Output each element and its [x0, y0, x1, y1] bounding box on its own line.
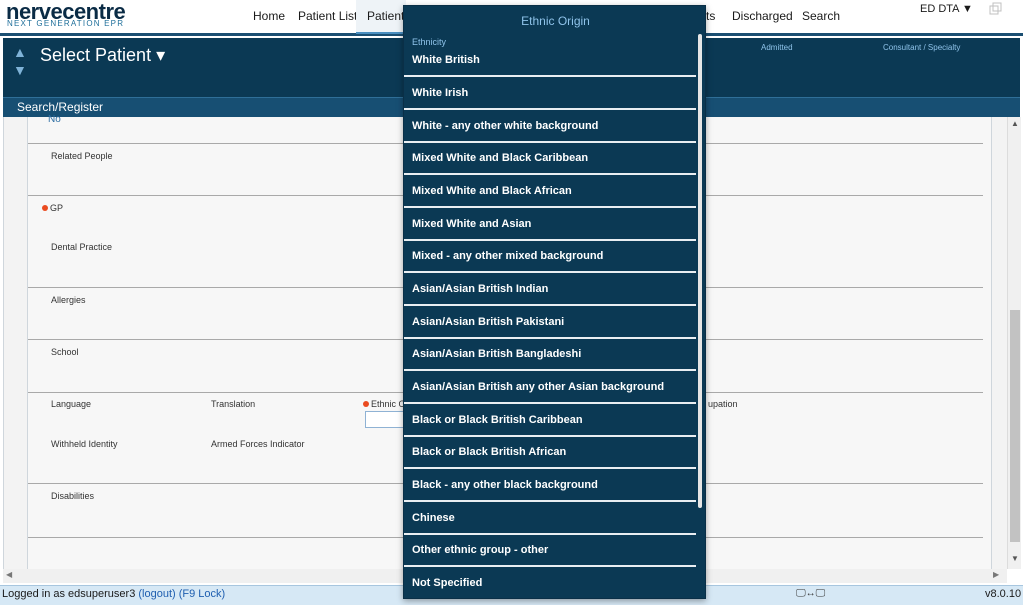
- language-label: Language: [51, 399, 92, 409]
- option-mixed-other[interactable]: Mixed - any other mixed background: [404, 240, 696, 273]
- option-label: Black - any other black background: [412, 479, 598, 491]
- option-label: Asian/Asian British Bangladeshi: [412, 348, 582, 360]
- option-label: Mixed White and Black African: [412, 185, 572, 197]
- option-white-other[interactable]: White - any other white background: [404, 110, 696, 143]
- option-black-african[interactable]: Black or Black British African: [404, 436, 696, 469]
- option-label: Not Specified: [412, 577, 483, 589]
- dropdown-scrollbar-thumb[interactable]: [698, 34, 702, 508]
- option-mixed-white-asian[interactable]: Mixed White and Asian: [404, 208, 696, 241]
- allergies-label: Allergies: [51, 295, 86, 305]
- lock-link[interactable]: (F9 Lock): [179, 588, 225, 600]
- option-label: Chinese: [412, 512, 455, 524]
- option-label: Black or Black British African: [412, 446, 567, 458]
- translation-label: Translation: [211, 399, 256, 409]
- version-label: v8.0.10: [985, 588, 1022, 600]
- monitor-sync-icon: 🖵↔🖵: [796, 588, 826, 599]
- armed-forces-label: Armed Forces Indicator: [211, 439, 305, 449]
- option-mixed-white-black-caribbean[interactable]: Mixed White and Black Caribbean: [404, 142, 696, 175]
- brand-tagline: NEXT GENERATION EPR: [7, 19, 125, 28]
- nav-patient[interactable]: Patient: [367, 9, 404, 23]
- option-label: White British: [412, 54, 480, 66]
- related-people-label: Related People: [51, 151, 113, 161]
- option-mixed-white-black-african[interactable]: Mixed White and Black African: [404, 175, 696, 208]
- option-asian-bangladeshi[interactable]: Asian/Asian British Bangladeshi: [404, 338, 696, 371]
- ethnic-origin-label: Ethnic O: [363, 399, 406, 409]
- option-black-caribbean[interactable]: Black or Black British Caribbean: [404, 404, 696, 437]
- school-label: School: [51, 347, 79, 357]
- withheld-identity-label: Withheld Identity: [51, 439, 118, 449]
- option-label: Asian/Asian British Pakistani: [412, 316, 565, 328]
- section-title: Search/Register: [17, 100, 104, 114]
- admitted-column-label: Admitted: [761, 43, 793, 52]
- option-label: Mixed White and Black Caribbean: [412, 152, 589, 164]
- select-patient-dropdown[interactable]: Select Patient ▾: [40, 45, 165, 66]
- scroll-up-icon[interactable]: ▲: [1011, 119, 1019, 128]
- dental-practice-label: Dental Practice: [51, 242, 113, 252]
- nav-home[interactable]: Home: [253, 9, 285, 23]
- scroll-right-icon[interactable]: ▶: [993, 570, 999, 579]
- login-status: Logged in as edsuperuser3 (logout) (F9 L…: [2, 588, 225, 600]
- required-indicator-icon: [42, 205, 48, 211]
- scroll-left-icon[interactable]: ◀: [6, 570, 12, 579]
- option-label: Black or Black British Caribbean: [412, 414, 583, 426]
- role-selector[interactable]: ED DTA ▼: [920, 3, 973, 15]
- option-asian-other[interactable]: Asian/Asian British any other Asian back…: [404, 371, 696, 404]
- nav-results-partial[interactable]: ts: [706, 9, 715, 23]
- scrollbar-thumb[interactable]: [1010, 310, 1020, 542]
- disabilities-label: Disabilities: [51, 491, 95, 501]
- nav-discharged[interactable]: Discharged: [732, 9, 793, 23]
- vertical-scrollbar[interactable]: ▲ ▼: [1007, 117, 1021, 569]
- window-restore-icon[interactable]: [989, 2, 1003, 16]
- arrow-down-icon[interactable]: ▼: [13, 62, 27, 78]
- nav-patient-list[interactable]: Patient List: [298, 9, 357, 23]
- option-black-other[interactable]: Black - any other black background: [404, 469, 696, 502]
- logout-link[interactable]: (logout): [138, 588, 175, 600]
- option-white-irish[interactable]: White Irish: [404, 77, 696, 110]
- option-label: White - any other white background: [412, 120, 599, 132]
- login-user-text: Logged in as edsuperuser3: [2, 588, 136, 600]
- dropdown-title: Ethnic Origin: [521, 14, 590, 28]
- option-label: Other ethnic group - other: [412, 544, 549, 556]
- gp-label-text: GP: [50, 203, 64, 213]
- option-label: Asian/Asian British Indian: [412, 283, 549, 295]
- nav-search[interactable]: Search: [802, 9, 840, 23]
- option-white-british[interactable]: White British: [404, 44, 696, 77]
- arrow-up-icon[interactable]: ▲: [13, 44, 27, 60]
- required-indicator-icon: [363, 401, 369, 407]
- option-label: White Irish: [412, 87, 469, 99]
- scroll-down-icon[interactable]: ▼: [1011, 554, 1019, 563]
- option-label: Asian/Asian British any other Asian back…: [412, 381, 665, 393]
- option-label: Mixed White and Asian: [412, 218, 532, 230]
- ethnic-origin-dropdown: Ethnic Origin Ethnicity White British Wh…: [403, 5, 706, 599]
- option-chinese[interactable]: Chinese: [404, 502, 696, 535]
- consultant-column-label: Consultant / Specialty: [883, 43, 961, 52]
- occupation-label: upation: [708, 399, 738, 409]
- option-other-ethnic[interactable]: Other ethnic group - other: [404, 534, 696, 567]
- field-value: No: [48, 114, 61, 125]
- option-not-specified[interactable]: Not Specified: [404, 567, 696, 600]
- option-label: Mixed - any other mixed background: [412, 250, 604, 262]
- ethnic-origin-label-text: Ethnic O: [371, 399, 406, 409]
- dropdown-option-list: White British White Irish White - any ot…: [404, 44, 696, 604]
- option-asian-pakistani[interactable]: Asian/Asian British Pakistani: [404, 306, 696, 339]
- option-asian-indian[interactable]: Asian/Asian British Indian: [404, 273, 696, 306]
- gp-label: GP: [42, 203, 63, 213]
